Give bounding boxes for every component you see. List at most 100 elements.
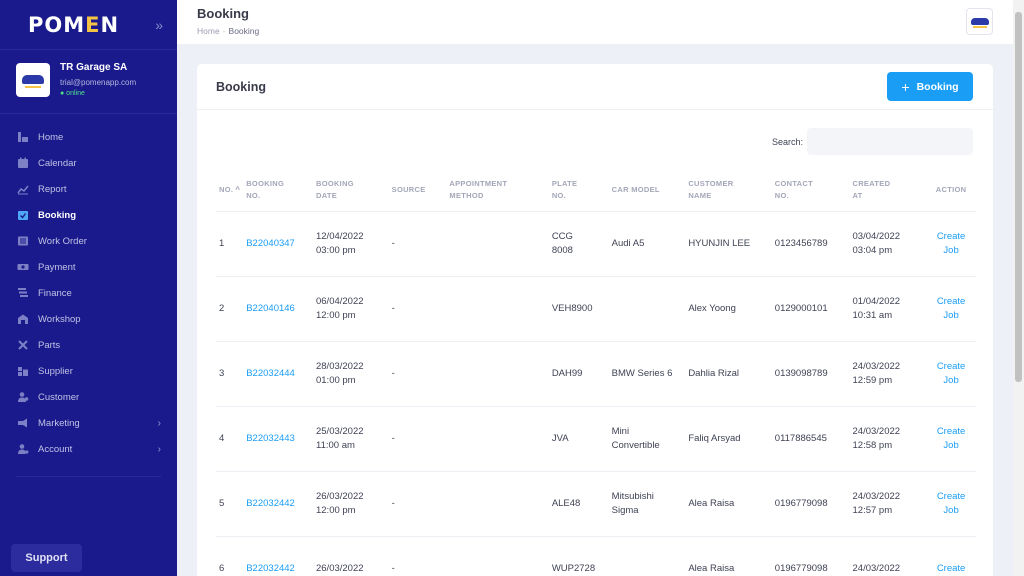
sidebar-item-work-order[interactable]: Work Order <box>0 228 177 254</box>
column-header[interactable]: PLATE NO. <box>549 170 609 211</box>
create-job-link[interactable]: Create Job <box>926 275 976 341</box>
page-title: Booking <box>197 6 249 21</box>
cell-no: 5 <box>216 470 244 536</box>
cell-booking-date: 26/03/2022 12:00 pm <box>312 470 389 536</box>
profile-email: trial@pomenapp.com <box>60 78 137 87</box>
cell-no: 1 <box>216 210 244 276</box>
cell-appointment-method <box>446 470 549 536</box>
sidebar-item-account[interactable]: Account › <box>0 436 177 462</box>
add-booking-button[interactable]: + Booking <box>887 72 973 101</box>
sidebar-item-marketing[interactable]: Marketing › <box>0 410 177 436</box>
cell-created-at: 03/04/2022 03:04 pm <box>849 210 927 276</box>
cell-customer-name: Alea Raisa <box>685 470 772 536</box>
sidebar-item-label: Marketing <box>38 417 80 429</box>
cell-car-model: Mitsubishi Sigma <box>608 470 686 536</box>
breadcrumb-separator: - <box>222 26 226 36</box>
sidebar-item-calendar[interactable]: Calendar <box>0 150 177 176</box>
breadcrumb: Home - Booking <box>197 26 259 36</box>
breadcrumb-home[interactable]: Home <box>197 26 220 36</box>
cell-appointment-method <box>446 405 549 471</box>
table-row[interactable]: 4 B22032443 25/03/2022 11:00 am - JVA Mini Conv… <box>216 405 976 471</box>
sidebar-item-customer[interactable]: Customer <box>0 384 177 410</box>
cell-contact-no: 0139098789 <box>771 340 850 406</box>
sidebar-item-report[interactable]: Report <box>0 176 177 202</box>
cell-source: - <box>388 470 447 536</box>
page-scrollbar[interactable] <box>1013 0 1024 576</box>
sidebar-menu: Home Calendar Report Booking Work Order Payme… <box>0 114 177 462</box>
sidebar-item-finance[interactable]: Finance <box>0 280 177 306</box>
tools-icon <box>16 340 29 351</box>
profile-name: TR Garage SA <box>60 62 128 73</box>
search-label: Search: <box>771 136 803 147</box>
cell-booking-date: 28/03/2022 01:00 pm <box>312 340 389 406</box>
booking-number-link[interactable]: B22032444 <box>243 340 313 406</box>
column-header[interactable]: SOURCE <box>389 170 447 211</box>
cell-booking-date: 26/03/2022 <box>312 535 389 576</box>
user-gear-icon <box>16 444 29 455</box>
cell-booking-date: 25/03/2022 11:00 am <box>312 405 389 471</box>
create-job-link[interactable]: Create Job <box>926 405 976 471</box>
sidebar-item-label: Home <box>38 131 64 143</box>
table-row[interactable]: 5 B22032442 26/03/2022 12:00 pm - ALE48 Mitsub… <box>216 470 976 536</box>
column-header[interactable]: BOOKING DATE <box>313 170 389 211</box>
column-header[interactable]: CREATED AT <box>850 170 927 211</box>
cell-source: - <box>388 535 447 576</box>
card-title: Booking <box>216 79 266 94</box>
booking-number-link[interactable]: B22040146 <box>243 275 313 341</box>
create-job-link[interactable]: Create Job <box>926 470 976 536</box>
table-row[interactable]: 3 B22032444 28/03/2022 01:00 pm - DAH99 BMW Se… <box>216 340 976 406</box>
table-row[interactable]: 1 B22040347 12/04/2022 03:00 pm - CCG 8008 Audi… <box>216 210 976 276</box>
header-avatar[interactable] <box>966 8 993 35</box>
create-job-link[interactable]: Create <box>926 535 976 576</box>
cell-plate-no: ALE48 <box>548 470 609 536</box>
sidebar-item-label: Customer <box>38 391 80 403</box>
scrollbar-thumb[interactable] <box>1015 12 1022 382</box>
column-header[interactable]: NO. ^ <box>216 170 243 211</box>
sidebar-item-payment[interactable]: Payment <box>0 254 177 280</box>
column-header[interactable]: CUSTOMER NAME <box>685 170 771 211</box>
breadcrumb-current: Booking <box>228 26 260 36</box>
sidebar-item-label: Workshop <box>38 313 81 325</box>
sidebar-item-supplier[interactable]: Supplier <box>0 358 177 384</box>
table-row[interactable]: 6 B22032442 26/03/2022- WUP2728 Alea Raisa 01… <box>216 535 976 576</box>
sidebar-item-label: Finance <box>38 287 72 299</box>
cell-contact-no: 0117886545 <box>771 405 850 471</box>
sidebar-item-parts[interactable]: Parts <box>0 332 177 358</box>
booking-number-link[interactable]: B22032443 <box>243 405 313 471</box>
sidebar-item-booking[interactable]: Booking <box>0 202 177 228</box>
booking-number-link[interactable]: B22040347 <box>243 210 313 276</box>
cell-car-model: Audi A5 <box>608 210 686 276</box>
cell-customer-name: Dahlia Rizal <box>685 340 772 406</box>
support-button[interactable]: Support <box>11 544 82 572</box>
sidebar-item-label: Work Order <box>38 235 87 247</box>
profile-status: ● online <box>60 90 85 97</box>
sidebar-item-home[interactable]: Home <box>0 124 177 150</box>
card-header: Booking + Booking <box>197 64 993 110</box>
sidebar-item-workshop[interactable]: Workshop <box>0 306 177 332</box>
cell-source: - <box>388 405 447 471</box>
column-header[interactable]: APPOINTMENT METHOD <box>446 170 548 211</box>
cell-source: - <box>388 275 447 341</box>
create-job-link[interactable]: Create Job <box>926 340 976 406</box>
cell-no: 6 <box>216 535 244 576</box>
chevrons-right-icon[interactable]: » <box>155 17 163 33</box>
booking-number-link[interactable]: B22032442 <box>243 470 313 536</box>
home-icon <box>16 132 29 143</box>
booking-number-link[interactable]: B22032442 <box>243 535 313 576</box>
user-profile[interactable]: TR Garage SA trial@pomenapp.com ● online <box>0 50 177 114</box>
create-job-link[interactable]: Create Job <box>926 210 976 276</box>
add-booking-label: Booking <box>916 80 959 93</box>
column-header[interactable]: CONTACT NO. <box>772 170 850 211</box>
workshop-icon <box>16 314 29 325</box>
column-header[interactable]: ACTION <box>926 170 976 211</box>
cell-car-model: BMW Series 6 <box>608 340 686 406</box>
brand-logo[interactable]: POMEN <box>28 13 119 37</box>
table-row[interactable]: 2 B22040146 06/04/2022 12:00 pm - VEH8900 Alex… <box>216 275 976 341</box>
column-header[interactable]: CAR MODEL <box>609 170 686 211</box>
booking-table: NO. ^ BOOKING NO. BOOKING DATE SOURCE APPOINTME… <box>216 170 976 576</box>
column-header[interactable]: BOOKING NO. <box>243 170 313 211</box>
search-row: Search: <box>772 128 973 155</box>
cell-contact-no: 0129000101 <box>771 275 850 341</box>
search-input[interactable] <box>807 128 973 155</box>
money-icon <box>16 262 29 273</box>
